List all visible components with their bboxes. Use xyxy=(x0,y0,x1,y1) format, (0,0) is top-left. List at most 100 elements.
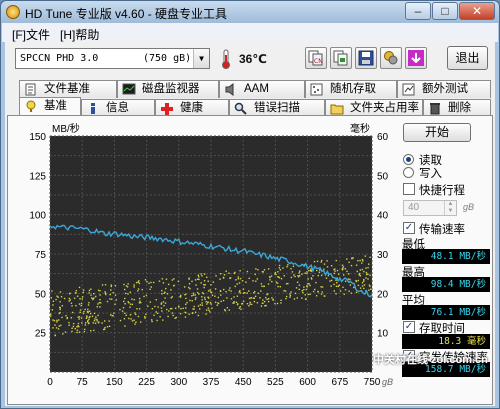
access-time-point xyxy=(71,327,73,330)
tab-aam[interactable]: AAM xyxy=(219,80,305,98)
access-time-point xyxy=(50,315,52,317)
short-stroke-spinner[interactable]: 40 ▲ ▼ xyxy=(403,200,457,216)
access-time-point xyxy=(261,271,264,273)
write-radio[interactable] xyxy=(403,167,414,178)
access-time-point xyxy=(88,310,91,312)
access-time-point xyxy=(335,293,337,295)
x-tick-label: 300 xyxy=(170,377,187,388)
access-time-point xyxy=(73,297,76,299)
access-time-point xyxy=(185,307,187,309)
drive-capacity: (750 gB) xyxy=(143,53,192,64)
access-time-point xyxy=(90,330,92,332)
access-time-point xyxy=(321,286,324,288)
access-time-point xyxy=(267,300,270,303)
access-time-point xyxy=(363,284,366,286)
access-time-point xyxy=(138,280,140,282)
title-bar[interactable]: HD Tune 专业版 v4.60 - 硬盘专业工具 – □ ✕ xyxy=(1,1,499,23)
access-time-point xyxy=(138,282,141,285)
access-time-point xyxy=(201,296,203,298)
access-time-point xyxy=(248,290,250,292)
exit-button[interactable]: 退出 xyxy=(447,46,488,70)
transfer-rate-checkbox[interactable]: ✓ xyxy=(403,222,415,234)
temperature-readout: 36℃ xyxy=(239,52,267,66)
drive-select[interactable]: SPCCN PHD 3.0 (750 gB) ▼ xyxy=(15,48,210,69)
tab-random-access[interactable]: 随机存取 xyxy=(305,80,397,98)
access-time-point xyxy=(198,276,200,278)
access-time-point xyxy=(160,303,163,305)
access-time-point xyxy=(130,318,132,320)
access-time-point xyxy=(59,291,62,293)
access-time-point xyxy=(113,312,115,314)
access-time-point xyxy=(277,271,279,273)
access-time-point xyxy=(274,273,276,275)
access-time-point xyxy=(172,314,174,317)
tab-benchmark[interactable]: 基准 xyxy=(19,97,81,117)
tab-extra-tests[interactable]: 额外测试 xyxy=(397,80,491,98)
access-time-point xyxy=(104,326,106,329)
maximize-button[interactable]: □ xyxy=(432,2,458,20)
tab-aam-label: AAM xyxy=(244,83,269,95)
y-left-tick-label: 75 xyxy=(35,250,47,261)
access-time-point xyxy=(264,305,266,307)
access-time-point xyxy=(84,308,86,311)
access-time-point xyxy=(93,329,95,332)
chevron-down-icon[interactable]: ▼ xyxy=(193,49,209,68)
access-time-point xyxy=(278,264,281,267)
access-time-point xyxy=(204,298,206,301)
app-window: HD Tune 专业版 v4.60 - 硬盘专业工具 – □ ✕ [F]文件 [… xyxy=(0,0,500,409)
access-time-point xyxy=(346,270,348,273)
access-time-checkbox[interactable]: ✓ xyxy=(403,321,415,333)
close-button[interactable]: ✕ xyxy=(459,2,495,20)
access-time-point xyxy=(257,269,259,271)
copy-screenshot-button[interactable] xyxy=(330,47,352,69)
short-stroke-checkbox[interactable] xyxy=(403,183,415,195)
access-time-point xyxy=(149,301,151,303)
access-time-point xyxy=(245,281,247,283)
access-time-point xyxy=(226,297,228,299)
access-time-point xyxy=(55,298,57,301)
access-time-point xyxy=(164,297,166,299)
access-time-point xyxy=(254,273,256,276)
access-time-point xyxy=(234,285,236,288)
access-time-point xyxy=(196,291,199,294)
access-time-point xyxy=(119,308,121,311)
access-time-point xyxy=(127,301,129,303)
access-time-point xyxy=(320,274,323,277)
spinner-arrows-icon[interactable]: ▲ ▼ xyxy=(444,201,456,215)
folder-usage-icon xyxy=(330,104,344,115)
tab-file-benchmark[interactable]: 文件基准 xyxy=(19,80,117,98)
access-time-point xyxy=(253,297,256,299)
access-time-point xyxy=(355,279,357,282)
access-time-point xyxy=(220,300,222,303)
y-right-tick-label: 30 xyxy=(377,250,389,261)
access-time-point xyxy=(166,308,168,311)
access-time-point xyxy=(51,290,53,292)
access-time-point xyxy=(167,315,169,318)
radio-selected-dot xyxy=(406,157,411,162)
options-button[interactable] xyxy=(380,47,402,69)
access-time-point xyxy=(154,305,156,308)
access-time-point xyxy=(133,286,135,288)
menu-help[interactable]: [H]帮助 xyxy=(60,26,99,43)
save-button[interactable] xyxy=(355,47,377,69)
access-time-point xyxy=(166,293,169,295)
access-time-point xyxy=(184,311,186,314)
copy-info-button[interactable]: CN xyxy=(305,47,327,69)
access-time-point xyxy=(233,302,235,304)
access-time-point xyxy=(323,263,326,265)
access-time-point xyxy=(51,309,54,311)
access-time-point xyxy=(298,284,301,286)
access-time-point xyxy=(104,291,106,293)
benchmark-icon xyxy=(26,100,36,112)
menu-file[interactable]: [F]文件 xyxy=(12,26,50,43)
access-time-point xyxy=(355,291,358,294)
start-button[interactable]: 开始 xyxy=(403,123,471,142)
download-button[interactable] xyxy=(405,47,427,69)
tab-disk-monitor[interactable]: 磁盘监视器 xyxy=(117,80,219,98)
access-time-point xyxy=(50,313,52,315)
read-radio[interactable] xyxy=(403,154,414,165)
access-time-point xyxy=(308,283,310,285)
minimize-button[interactable]: – xyxy=(405,2,431,20)
access-time-point xyxy=(302,291,304,294)
access-time-point xyxy=(357,284,360,287)
